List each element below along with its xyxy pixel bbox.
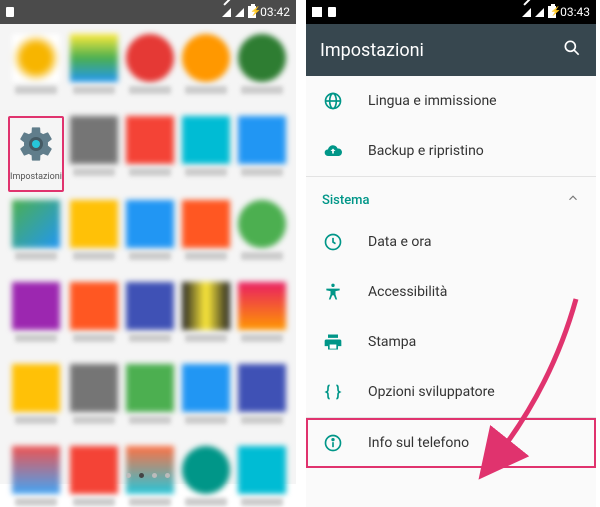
section-label: Sistema (322, 193, 370, 208)
section-header-system[interactable]: Sistema (306, 177, 596, 217)
app-icon[interactable] (68, 282, 120, 356)
app-icon[interactable] (8, 200, 64, 274)
app-icon[interactable] (68, 34, 120, 108)
clock-text: 03:43 (560, 5, 590, 19)
app-icon[interactable] (236, 282, 288, 356)
app-icon[interactable] (68, 200, 120, 274)
app-icon[interactable] (8, 34, 64, 108)
settings-item-print[interactable]: Stampa (306, 317, 596, 367)
settings-item-label: Backup e ripristino (368, 143, 484, 159)
app-settings-label: Impostazioni (10, 172, 62, 182)
gear-icon (12, 120, 60, 168)
app-icon[interactable] (124, 116, 176, 190)
app-bar: Impostazioni (306, 24, 596, 76)
settings-item-accessibility[interactable]: Accessibilità (306, 267, 596, 317)
app-icon[interactable] (236, 200, 288, 274)
app-icon[interactable] (68, 364, 120, 438)
status-bar: ⚡ 03:42 (0, 0, 296, 24)
settings-item-label: Accessibilità (368, 284, 447, 300)
app-icon[interactable] (236, 34, 288, 108)
settings-item-datetime[interactable]: Data e ora (306, 217, 596, 267)
settings-item-language[interactable]: Lingua e immissione (306, 76, 596, 126)
settings-item-label: Lingua e immissione (368, 93, 497, 109)
app-settings[interactable]: Impostazioni (8, 116, 64, 192)
app-icon[interactable] (8, 282, 64, 356)
settings-item-label: Opzioni sviluppatore (368, 384, 495, 400)
signal-icon (535, 8, 544, 17)
no-signal-icon (222, 8, 231, 17)
page-title: Impostazioni (320, 40, 424, 61)
usb-icon (6, 7, 14, 17)
app-icon[interactable] (8, 364, 64, 438)
app-icon[interactable] (180, 116, 232, 190)
settings-item-backup[interactable]: Backup e ripristino (306, 126, 596, 176)
settings-item-label: Data e ora (368, 234, 431, 250)
app-icon[interactable] (180, 34, 232, 108)
page-indicator (0, 473, 296, 478)
phone-left-app-drawer: ⚡ 03:42 Impostazioni (0, 0, 296, 507)
status-bar: ⚡ 03:43 (306, 0, 596, 24)
print-icon (322, 331, 344, 353)
search-icon[interactable] (562, 38, 582, 63)
chevron-up-icon (566, 191, 580, 209)
app-icon[interactable] (180, 282, 232, 356)
phone-right-settings: ⚡ 03:43 Impostazioni Lingua e immissione… (306, 0, 596, 507)
no-signal-icon (522, 8, 531, 17)
app-drawer[interactable]: Impostazioni (0, 24, 296, 484)
app-icon[interactable] (236, 364, 288, 438)
settings-item-label: Info sul telefono (368, 435, 469, 451)
globe-icon (322, 90, 344, 112)
app-icon[interactable] (68, 116, 120, 190)
clock-text: 03:42 (260, 5, 290, 19)
app-icon[interactable] (124, 34, 176, 108)
signal-icon (235, 8, 244, 17)
settings-item-developer[interactable]: Opzioni sviluppatore (306, 367, 596, 417)
battery-icon: ⚡ (548, 6, 556, 18)
settings-list: Lingua e immissione Backup e ripristino … (306, 76, 596, 507)
app-icon[interactable] (180, 364, 232, 438)
info-icon (322, 432, 344, 454)
cloud-up-icon (322, 140, 344, 162)
usb-icon (328, 7, 336, 17)
settings-item-label: Stampa (368, 334, 416, 350)
battery-icon: ⚡ (248, 6, 256, 18)
accessibility-icon (322, 281, 344, 303)
app-icon[interactable] (124, 282, 176, 356)
app-icon[interactable] (124, 364, 176, 438)
app-icon[interactable] (180, 200, 232, 274)
app-icon[interactable] (124, 200, 176, 274)
screenshot-icon (312, 7, 322, 17)
braces-icon (322, 381, 344, 403)
settings-item-about-phone[interactable]: Info sul telefono (306, 418, 596, 468)
clock-icon (322, 231, 344, 253)
app-icon[interactable] (236, 116, 288, 190)
